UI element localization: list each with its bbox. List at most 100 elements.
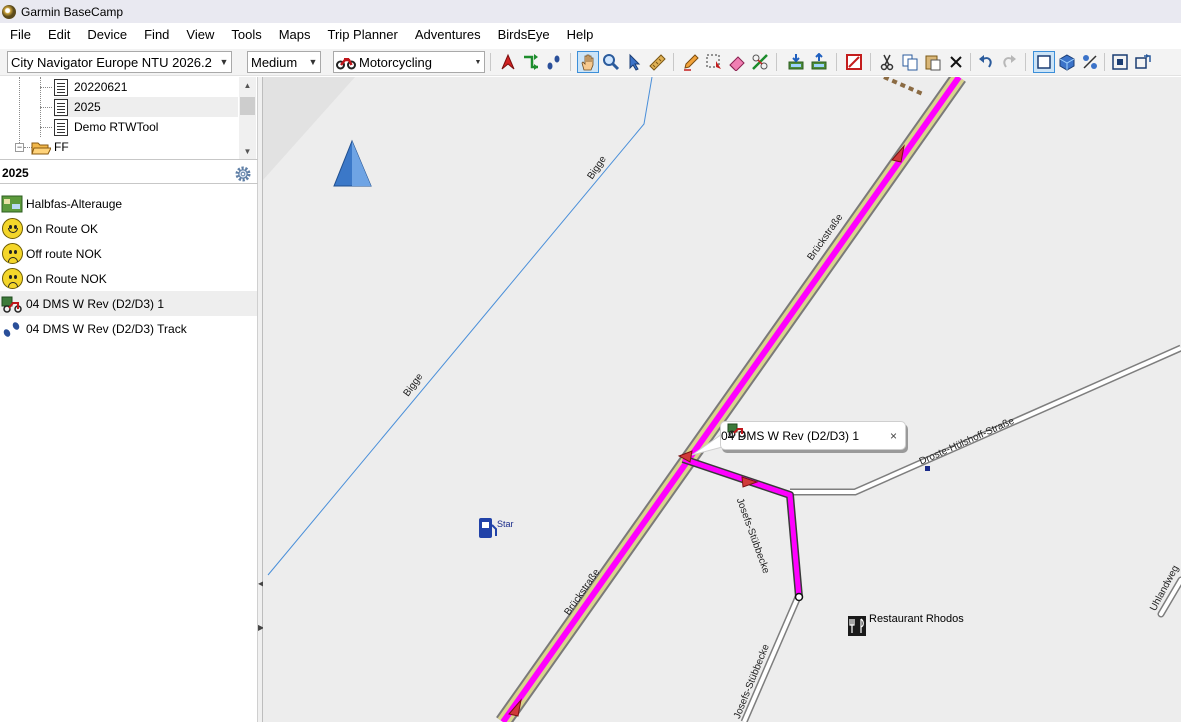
menu-edit[interactable]: Edit — [39, 23, 78, 46]
send-to-device-icon[interactable] — [808, 51, 830, 73]
divide-icon[interactable] — [749, 51, 771, 73]
delete-icon[interactable] — [945, 51, 967, 73]
menu-help[interactable]: Help — [558, 23, 602, 46]
activity-profile-value: Motorcycling — [359, 54, 432, 70]
scroll-down-icon[interactable]: ▼ — [239, 143, 256, 159]
menu-birdseye[interactable]: BirdsEye — [489, 23, 558, 46]
menu-device[interactable]: Device — [78, 23, 135, 46]
toolbar-separator — [490, 53, 491, 71]
toolbar-separator — [1104, 53, 1105, 71]
menu-maps[interactable]: Maps — [270, 23, 319, 46]
list-item-off-route-nok[interactable]: Off route NOK — [0, 241, 257, 266]
list-item-on-route-nok[interactable]: On Route NOK — [0, 266, 257, 291]
menu-trip-planner[interactable]: Trip Planner — [319, 23, 406, 46]
route-icon — [727, 423, 746, 438]
menu-file[interactable]: File — [0, 23, 39, 46]
folder-open-icon — [31, 142, 51, 154]
josefs-street-south — [742, 596, 800, 722]
activity-profile-select[interactable]: Motorcycling ▼ — [333, 51, 485, 73]
terrain-shading-icon[interactable] — [1079, 51, 1101, 73]
menu-view[interactable]: View — [177, 23, 222, 46]
toolbar-separator — [570, 53, 571, 71]
toolbar: City Navigator Europe NTU 2026.2 ▼ Mediu… — [0, 49, 1181, 76]
list-document-icon — [54, 98, 68, 116]
new-track-icon[interactable] — [543, 51, 565, 73]
route-callout[interactable]: 04 DMS W Rev (D2/D3) 1 × — [720, 421, 906, 450]
library-tree: 20220621 2025 Demo RTWTool − FF ▲ ▼ — [0, 77, 258, 160]
list-item-label: On Route OK — [26, 221, 99, 236]
toolbar-separator — [673, 53, 674, 71]
toolbar-separator — [870, 53, 871, 71]
poi-label-fuel[interactable]: Star — [497, 519, 514, 529]
list-item-route[interactable]: 04 DMS W Rev (D2/D3) 1 — [0, 291, 257, 316]
no-entry-icon[interactable] — [843, 51, 865, 73]
toolbar-separator — [836, 53, 837, 71]
list-item-on-route-ok[interactable]: On Route OK — [0, 216, 257, 241]
select-area-icon[interactable] — [703, 51, 725, 73]
hand-pan-icon[interactable] — [577, 51, 599, 73]
tree-connector — [40, 87, 52, 88]
select-arrow-icon[interactable] — [623, 51, 645, 73]
dirt-path — [883, 77, 926, 97]
redo-icon[interactable] — [998, 51, 1020, 73]
droste-street — [790, 346, 1181, 494]
list-header: 2025 — [0, 163, 258, 184]
close-icon[interactable]: × — [890, 429, 897, 443]
menu-find[interactable]: Find — [135, 23, 177, 46]
paste-icon[interactable] — [922, 51, 944, 73]
chevron-down-icon: ▼ — [219, 57, 229, 67]
undo-icon[interactable] — [975, 51, 997, 73]
copy-icon[interactable] — [899, 51, 921, 73]
smiley-sad-icon — [1, 243, 23, 265]
tree-item-ff[interactable]: FF — [31, 137, 238, 157]
edit-pencil-icon[interactable] — [680, 51, 702, 73]
map-view[interactable]: Bigge Bigge Brückstraße Brückstraße Dros… — [263, 77, 1181, 722]
list-item-halbfas-alterauge[interactable]: Halbfas-Alterauge — [0, 191, 257, 216]
tree-item-20220621[interactable]: 20220621 — [54, 77, 238, 97]
map-2d-icon[interactable] — [1033, 51, 1055, 73]
new-waypoint-icon[interactable] — [497, 51, 519, 73]
map-image-icon — [1, 193, 23, 215]
tree-item-2025[interactable]: 2025 — [54, 97, 238, 117]
collapse-toggle[interactable]: − — [15, 143, 24, 152]
list-item-label: 04 DMS W Rev (D2/D3) Track — [26, 321, 187, 336]
poi-label-restaurant[interactable]: Restaurant Rhodos — [869, 613, 964, 625]
droste-street-casing — [790, 344, 1181, 496]
toolbar-separator — [776, 53, 777, 71]
tree-scrollbar[interactable]: ▲ ▼ — [239, 77, 256, 159]
map-canvas[interactable] — [263, 77, 1181, 722]
list-document-icon — [54, 78, 68, 96]
menu-adventures[interactable]: Adventures — [406, 23, 489, 46]
list-item-track[interactable]: 04 DMS W Rev (D2/D3) Track — [0, 316, 257, 341]
map-3d-icon[interactable] — [1056, 51, 1078, 73]
tree-item-demo-rtwtool[interactable]: Demo RTWTool — [54, 117, 238, 137]
tree-item-label: 20220621 — [74, 80, 128, 94]
detail-level-select[interactable]: Medium ▼ — [247, 51, 321, 73]
map-point-marker — [925, 466, 930, 471]
tree-connector — [40, 107, 52, 108]
measure-ruler-icon[interactable] — [646, 51, 668, 73]
map-product-select[interactable]: City Navigator Europe NTU 2026.2 ▼ — [7, 51, 232, 73]
gear-icon[interactable] — [234, 165, 252, 183]
fit-map-icon[interactable] — [1109, 51, 1131, 73]
basecamp-logo-icon — [2, 4, 16, 19]
route-endpoint[interactable] — [794, 592, 804, 602]
chevron-down-icon: ▼ — [474, 58, 482, 66]
scroll-thumb[interactable] — [240, 97, 255, 115]
track-footprints-icon — [1, 318, 23, 340]
tree-item-label: Demo RTWTool — [74, 120, 159, 134]
title-bar: Garmin BaseCamp — [0, 0, 1181, 23]
list-title: 2025 — [2, 166, 29, 180]
smiley-happy-icon — [1, 218, 23, 240]
fuel-station-icon[interactable] — [479, 518, 497, 538]
tree-connector — [19, 77, 20, 143]
swap-window-icon[interactable] — [1132, 51, 1154, 73]
scroll-up-icon[interactable]: ▲ — [239, 77, 256, 94]
cut-icon[interactable] — [876, 51, 898, 73]
zoom-icon[interactable] — [600, 51, 622, 73]
menu-tools[interactable]: Tools — [222, 23, 269, 46]
restaurant-icon[interactable] — [848, 616, 866, 636]
eraser-icon[interactable] — [726, 51, 748, 73]
new-route-icon[interactable] — [520, 51, 542, 73]
receive-from-device-icon[interactable] — [785, 51, 807, 73]
